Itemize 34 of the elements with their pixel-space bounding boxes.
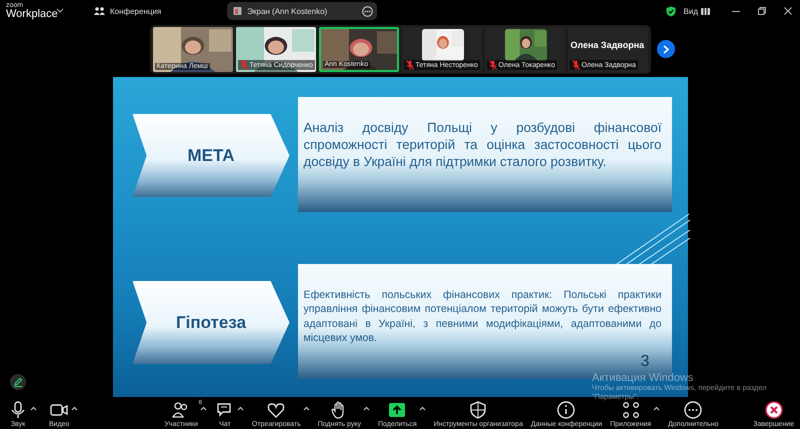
close-icon[interactable] — [784, 7, 792, 15]
caret-icon[interactable] — [418, 406, 426, 411]
caret-icon[interactable] — [302, 406, 310, 411]
caret-icon[interactable] — [362, 406, 370, 411]
chevron-right-icon — [662, 44, 670, 54]
caret-icon[interactable] — [236, 406, 244, 411]
annotate-button[interactable] — [10, 374, 26, 390]
screen-share-icon — [233, 6, 242, 16]
people-icon — [94, 6, 105, 16]
slide-heading: МЕТА — [132, 114, 290, 197]
grid-icon — [701, 8, 710, 14]
slide-heading: Гіпотеза — [132, 281, 290, 364]
caret-icon[interactable] — [653, 406, 660, 411]
pencil-icon — [13, 377, 23, 387]
close-icon — [764, 400, 784, 420]
slide-number: 3 — [640, 353, 650, 371]
security-shield-icon — [666, 6, 676, 16]
caret-icon[interactable] — [200, 406, 207, 411]
meeting-menu[interactable]: Конференция — [110, 6, 162, 16]
caret-icon[interactable] — [30, 406, 37, 411]
caret-icon[interactable] — [71, 406, 78, 411]
restore-icon[interactable] — [758, 7, 766, 15]
participant-name: Олена Задворна — [570, 40, 644, 50]
slide-text: Аналіз досвіду Польщі у розбудові фінансової спроможності територій та оцінка застосовності цього досвіду в Україні для підтримки сталого розвитку. — [298, 97, 672, 212]
shield-icon — [468, 400, 488, 420]
apps-icon — [620, 400, 641, 420]
view-button[interactable]: Вид — [684, 6, 710, 16]
logo-text: Workplace — [6, 9, 56, 20]
next-page-button[interactable] — [656, 40, 674, 58]
screen-share-pill[interactable]: Экран (Ann Kostenko) — [227, 2, 378, 20]
more-icon[interactable] — [362, 6, 374, 16]
dropdown-caret-icon[interactable] — [56, 8, 64, 14]
info-icon — [556, 400, 576, 420]
more-icon — [683, 400, 704, 420]
